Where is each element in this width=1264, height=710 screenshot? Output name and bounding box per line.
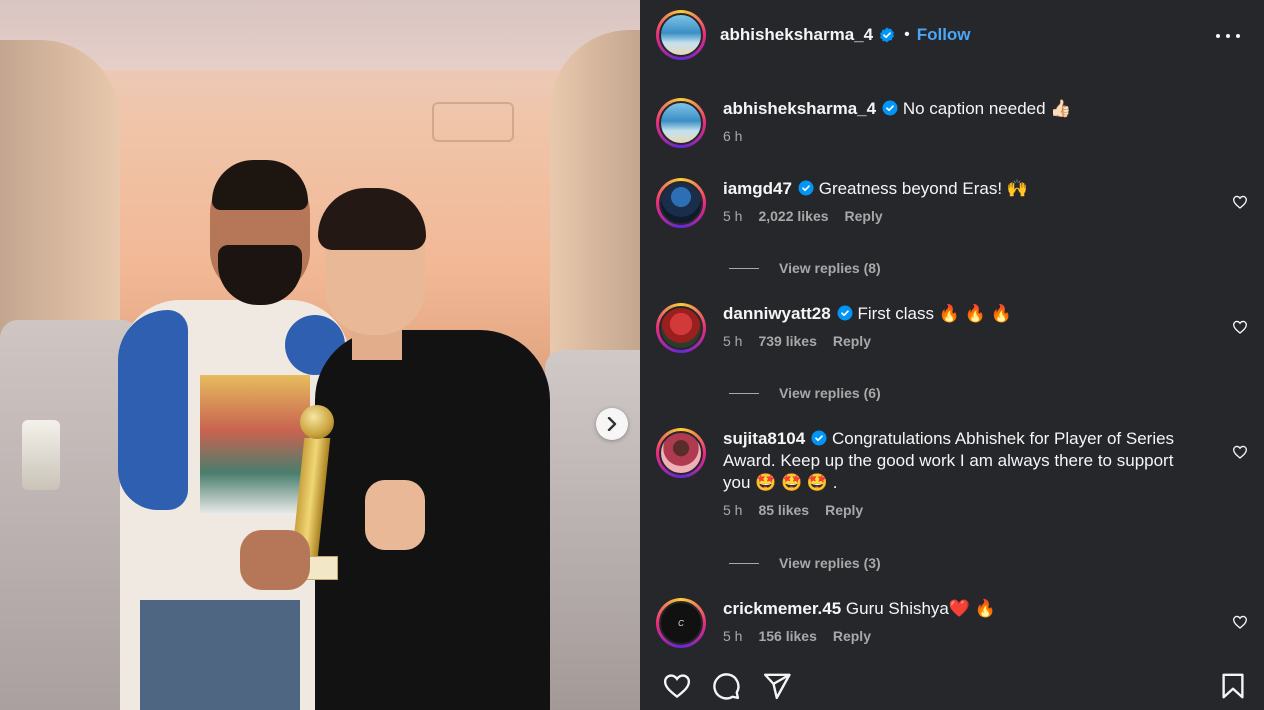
comment-likes[interactable]: 739 likes [758,333,816,349]
post-author-username[interactable]: abhisheksharma_4 [720,25,873,45]
comment-likes[interactable]: 2,022 likes [758,208,828,224]
reply-button[interactable]: Reply [833,333,871,349]
comment-time: 5 h [723,333,743,349]
comment-username[interactable]: crickmemer.45 [723,599,841,618]
comment-username[interactable]: iamgd47 [723,179,792,198]
separator-dot: • [904,26,910,43]
comment-item: danniwyatt28 First class 🔥 🔥 🔥 5 h 739 l… [656,303,1248,353]
comment-item: iamgd47 Greatness beyond Eras! 🙌 5 h 2,0… [656,178,1248,228]
like-comment-heart-icon[interactable] [1232,194,1248,210]
save-button[interactable] [1218,671,1248,701]
view-replies-button[interactable]: View replies (6) [729,385,881,401]
comment-username[interactable]: sujita8104 [723,429,805,448]
share-button[interactable] [762,671,792,701]
instagram-post-view: abhisheksharma_4 • Follow abhisheksharma… [0,0,1264,710]
avatar[interactable]: C [656,598,706,648]
comments-panel: abhisheksharma_4 • Follow abhisheksharma… [640,0,1264,710]
heart-icon [663,674,691,699]
bookmark-icon [1222,673,1244,699]
share-icon [763,673,791,700]
comment-button[interactable] [711,671,741,701]
avatar[interactable] [656,98,706,148]
verified-badge-icon [837,305,853,321]
avatar[interactable] [656,178,706,228]
verified-badge-icon [880,27,895,43]
comment-time: 5 h [723,628,743,644]
caption-username[interactable]: abhisheksharma_4 [723,99,876,118]
chevron-right-icon [607,417,617,431]
like-comment-heart-icon[interactable] [1232,319,1248,335]
comment-item: sujita8104 Congratulations Abhishek for … [656,428,1248,518]
comments-list[interactable]: abhisheksharma_4 No caption needed 👍🏻 6 … [640,70,1264,650]
comment-time: 5 h [723,208,743,224]
comment-icon [713,673,740,700]
view-replies-button[interactable]: View replies (8) [729,260,881,276]
more-options-button[interactable] [1216,24,1240,48]
reply-button[interactable]: Reply [833,628,871,644]
like-comment-heart-icon[interactable] [1232,614,1248,630]
comment-text: Greatness beyond Eras! 🙌 [818,179,1028,198]
caption-text: No caption needed 👍🏻 [902,99,1072,118]
comment-text: Guru Shishya❤️ 🔥 [845,599,996,618]
next-photo-button[interactable] [596,408,628,440]
verified-badge-icon [798,180,814,196]
comment-username[interactable]: danniwyatt28 [723,304,831,323]
like-comment-heart-icon[interactable] [1232,444,1248,460]
comment-likes[interactable]: 156 likes [758,628,816,644]
post-action-bar [640,656,1264,710]
verified-badge-icon [882,100,898,116]
follow-button[interactable]: Follow [917,25,971,45]
avatar[interactable] [656,10,706,60]
view-replies-button[interactable]: View replies (3) [729,555,881,571]
avatar[interactable] [656,303,706,353]
comment-text: First class 🔥 🔥 🔥 [857,304,1012,323]
comment-likes[interactable]: 85 likes [758,502,809,518]
post-photo [0,0,640,710]
post-header: abhisheksharma_4 • Follow [640,0,1264,70]
post-caption: abhisheksharma_4 No caption needed 👍🏻 6 … [656,98,1248,148]
caption-time: 6 h [723,128,743,144]
reply-button[interactable]: Reply [825,502,863,518]
comment-item: C crickmemer.45 Guru Shishya❤️ 🔥 5 h 156… [656,598,1248,648]
like-button[interactable] [662,671,692,701]
comment-time: 5 h [723,502,743,518]
avatar[interactable] [656,428,706,478]
reply-button[interactable]: Reply [845,208,883,224]
verified-badge-icon [811,430,827,446]
